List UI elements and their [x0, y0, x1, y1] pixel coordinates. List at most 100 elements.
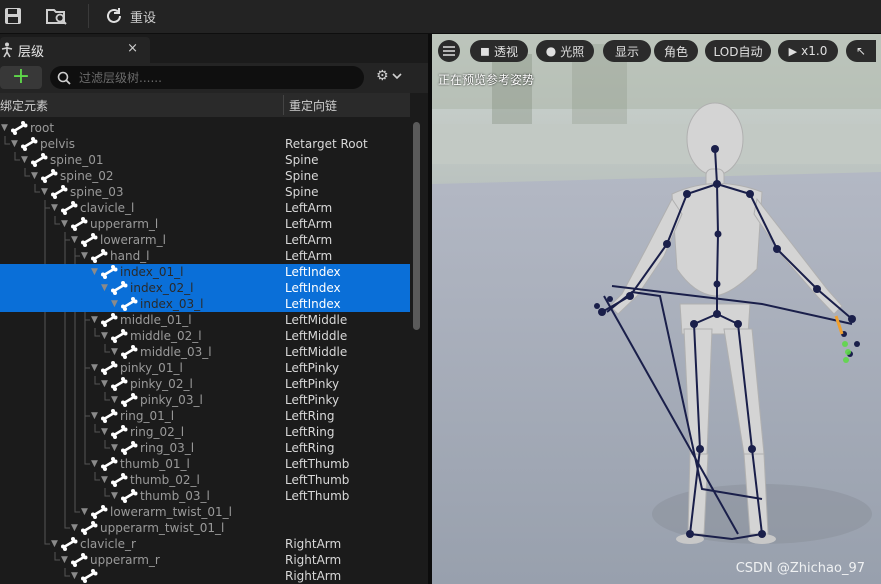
retarget-chain[interactable]: LeftRing: [285, 424, 334, 440]
retarget-chain[interactable]: RightArm: [285, 568, 341, 584]
retarget-chain[interactable]: LeftArm: [285, 216, 332, 232]
search-input[interactable]: 过滤层级树......: [50, 66, 364, 89]
show-button[interactable]: 显示: [603, 40, 651, 62]
retarget-chain[interactable]: Spine: [285, 168, 319, 184]
tree-row[interactable]: ▼ index_01_l LeftIndex: [0, 264, 410, 280]
expand-arrow-icon[interactable]: ▼: [71, 568, 78, 584]
retarget-chain[interactable]: LeftPinky: [285, 360, 339, 376]
retarget-chain[interactable]: LeftIndex: [285, 280, 341, 296]
viewport-menu-button[interactable]: [438, 40, 460, 62]
column-divider[interactable]: [283, 95, 284, 115]
expand-arrow-icon[interactable]: ▼: [111, 344, 118, 360]
retarget-chain[interactable]: LeftArm: [285, 248, 332, 264]
preview-viewport[interactable]: ◼ 透视 ● 光照 显示 角色 LOD自动 ▶ x1.0 ↖ 正在预览参考姿势 …: [432, 34, 881, 584]
tree-row[interactable]: ▼ spine_01 Spine: [0, 152, 410, 168]
browse-button[interactable]: [46, 2, 68, 30]
retarget-chain[interactable]: LeftArm: [285, 200, 332, 216]
retarget-chain[interactable]: LeftThumb: [285, 456, 349, 472]
expand-arrow-icon[interactable]: ▼: [91, 264, 98, 280]
expand-arrow-icon[interactable]: ▼: [51, 536, 58, 552]
character-button[interactable]: 角色: [654, 40, 698, 62]
expand-arrow-icon[interactable]: ▼: [81, 504, 88, 520]
expand-arrow-icon[interactable]: ▼: [21, 152, 28, 168]
tree-row[interactable]: ▼ pinky_02_l LeftPinky: [0, 376, 410, 392]
retarget-chain[interactable]: LeftThumb: [285, 472, 349, 488]
settings-button[interactable]: ⚙: [376, 68, 402, 84]
tree-row[interactable]: ▼ upperarm_l LeftArm: [0, 216, 410, 232]
tree-row[interactable]: ▼ RightArm: [0, 568, 410, 584]
tree-row[interactable]: ▼ clavicle_r RightArm: [0, 536, 410, 552]
select-mode-button[interactable]: ↖: [846, 40, 876, 62]
expand-arrow-icon[interactable]: ▼: [91, 360, 98, 376]
tab-hierarchy[interactable]: 层级 ×: [0, 37, 150, 63]
expand-arrow-icon[interactable]: ▼: [111, 488, 118, 504]
tree-row[interactable]: ▼ upperarm_r RightArm: [0, 552, 410, 568]
expand-arrow-icon[interactable]: ▼: [101, 280, 108, 296]
expand-arrow-icon[interactable]: ▼: [11, 136, 18, 152]
save-button[interactable]: [4, 2, 22, 30]
expand-arrow-icon[interactable]: ▼: [111, 392, 118, 408]
retarget-chain[interactable]: Spine: [285, 184, 319, 200]
reset-button[interactable]: 重设: [104, 2, 156, 30]
expand-arrow-icon[interactable]: ▼: [111, 296, 118, 312]
tree-row[interactable]: ▼ index_02_l LeftIndex: [0, 280, 410, 296]
perspective-button[interactable]: ◼ 透视: [470, 40, 528, 62]
expand-arrow-icon[interactable]: ▼: [81, 248, 88, 264]
tree-row[interactable]: ▼ middle_02_l LeftMiddle: [0, 328, 410, 344]
tree-row[interactable]: ▼ pinky_03_l LeftPinky: [0, 392, 410, 408]
expand-arrow-icon[interactable]: ▼: [91, 312, 98, 328]
tree-row[interactable]: ▼ ring_03_l LeftRing: [0, 440, 410, 456]
expand-arrow-icon[interactable]: ▼: [51, 200, 58, 216]
tree-row[interactable]: ▼ lowerarm_l LeftArm: [0, 232, 410, 248]
tree-row[interactable]: ▼ thumb_02_l LeftThumb: [0, 472, 410, 488]
retarget-chain[interactable]: LeftRing: [285, 440, 334, 456]
retarget-chain[interactable]: LeftIndex: [285, 264, 341, 280]
tree-scrollbar[interactable]: [413, 122, 420, 330]
tree-row[interactable]: ▼ ring_02_l LeftRing: [0, 424, 410, 440]
expand-arrow-icon[interactable]: ▼: [101, 376, 108, 392]
tree-row[interactable]: ▼ clavicle_l LeftArm: [0, 200, 410, 216]
column-bone-header[interactable]: 绑定元素: [0, 97, 48, 114]
tree-row[interactable]: ▼ pelvis Retarget Root: [0, 136, 410, 152]
expand-arrow-icon[interactable]: ▼: [101, 424, 108, 440]
tree-row[interactable]: ▼ root: [0, 120, 410, 136]
tree-row[interactable]: ▼ lowerarm_twist_01_l: [0, 504, 410, 520]
tree-row[interactable]: ▼ thumb_03_l LeftThumb: [0, 488, 410, 504]
lod-button[interactable]: LOD自动: [705, 40, 771, 62]
expand-arrow-icon[interactable]: ▼: [1, 120, 8, 136]
tree-row[interactable]: ▼ spine_02 Spine: [0, 168, 410, 184]
tree-row[interactable]: ▼ hand_l LeftArm: [0, 248, 410, 264]
expand-arrow-icon[interactable]: ▼: [41, 184, 48, 200]
retarget-chain[interactable]: LeftMiddle: [285, 328, 347, 344]
retarget-chain[interactable]: LeftMiddle: [285, 344, 347, 360]
lit-button[interactable]: ● 光照: [536, 40, 594, 62]
retarget-chain[interactable]: LeftPinky: [285, 376, 339, 392]
retarget-chain[interactable]: LeftRing: [285, 408, 334, 424]
expand-arrow-icon[interactable]: ▼: [71, 520, 78, 536]
retarget-chain[interactable]: RightArm: [285, 536, 341, 552]
retarget-chain[interactable]: LeftMiddle: [285, 312, 347, 328]
tree-row[interactable]: ▼ ring_01_l LeftRing: [0, 408, 410, 424]
tree-row[interactable]: ▼ index_03_l LeftIndex: [0, 296, 410, 312]
tree-row[interactable]: ▼ thumb_01_l LeftThumb: [0, 456, 410, 472]
expand-arrow-icon[interactable]: ▼: [61, 552, 68, 568]
tree-row[interactable]: ▼ spine_03 Spine: [0, 184, 410, 200]
retarget-chain[interactable]: LeftThumb: [285, 488, 349, 504]
tree-row[interactable]: ▼ middle_01_l LeftMiddle: [0, 312, 410, 328]
retarget-chain[interactable]: LeftArm: [285, 232, 332, 248]
close-icon[interactable]: ×: [127, 41, 138, 56]
retarget-chain[interactable]: LeftIndex: [285, 296, 341, 312]
retarget-chain[interactable]: LeftPinky: [285, 392, 339, 408]
add-button[interactable]: +: [0, 66, 42, 89]
tree-row[interactable]: ▼ pinky_01_l LeftPinky: [0, 360, 410, 376]
retarget-chain[interactable]: RightArm: [285, 552, 341, 568]
expand-arrow-icon[interactable]: ▼: [91, 408, 98, 424]
retarget-chain[interactable]: Retarget Root: [285, 136, 368, 152]
expand-arrow-icon[interactable]: ▼: [31, 168, 38, 184]
expand-arrow-icon[interactable]: ▼: [101, 472, 108, 488]
column-chain-header[interactable]: 重定向链: [289, 97, 337, 114]
retarget-chain[interactable]: Spine: [285, 152, 319, 168]
expand-arrow-icon[interactable]: ▼: [111, 440, 118, 456]
expand-arrow-icon[interactable]: ▼: [71, 232, 78, 248]
playback-speed-button[interactable]: ▶ x1.0: [778, 40, 838, 62]
